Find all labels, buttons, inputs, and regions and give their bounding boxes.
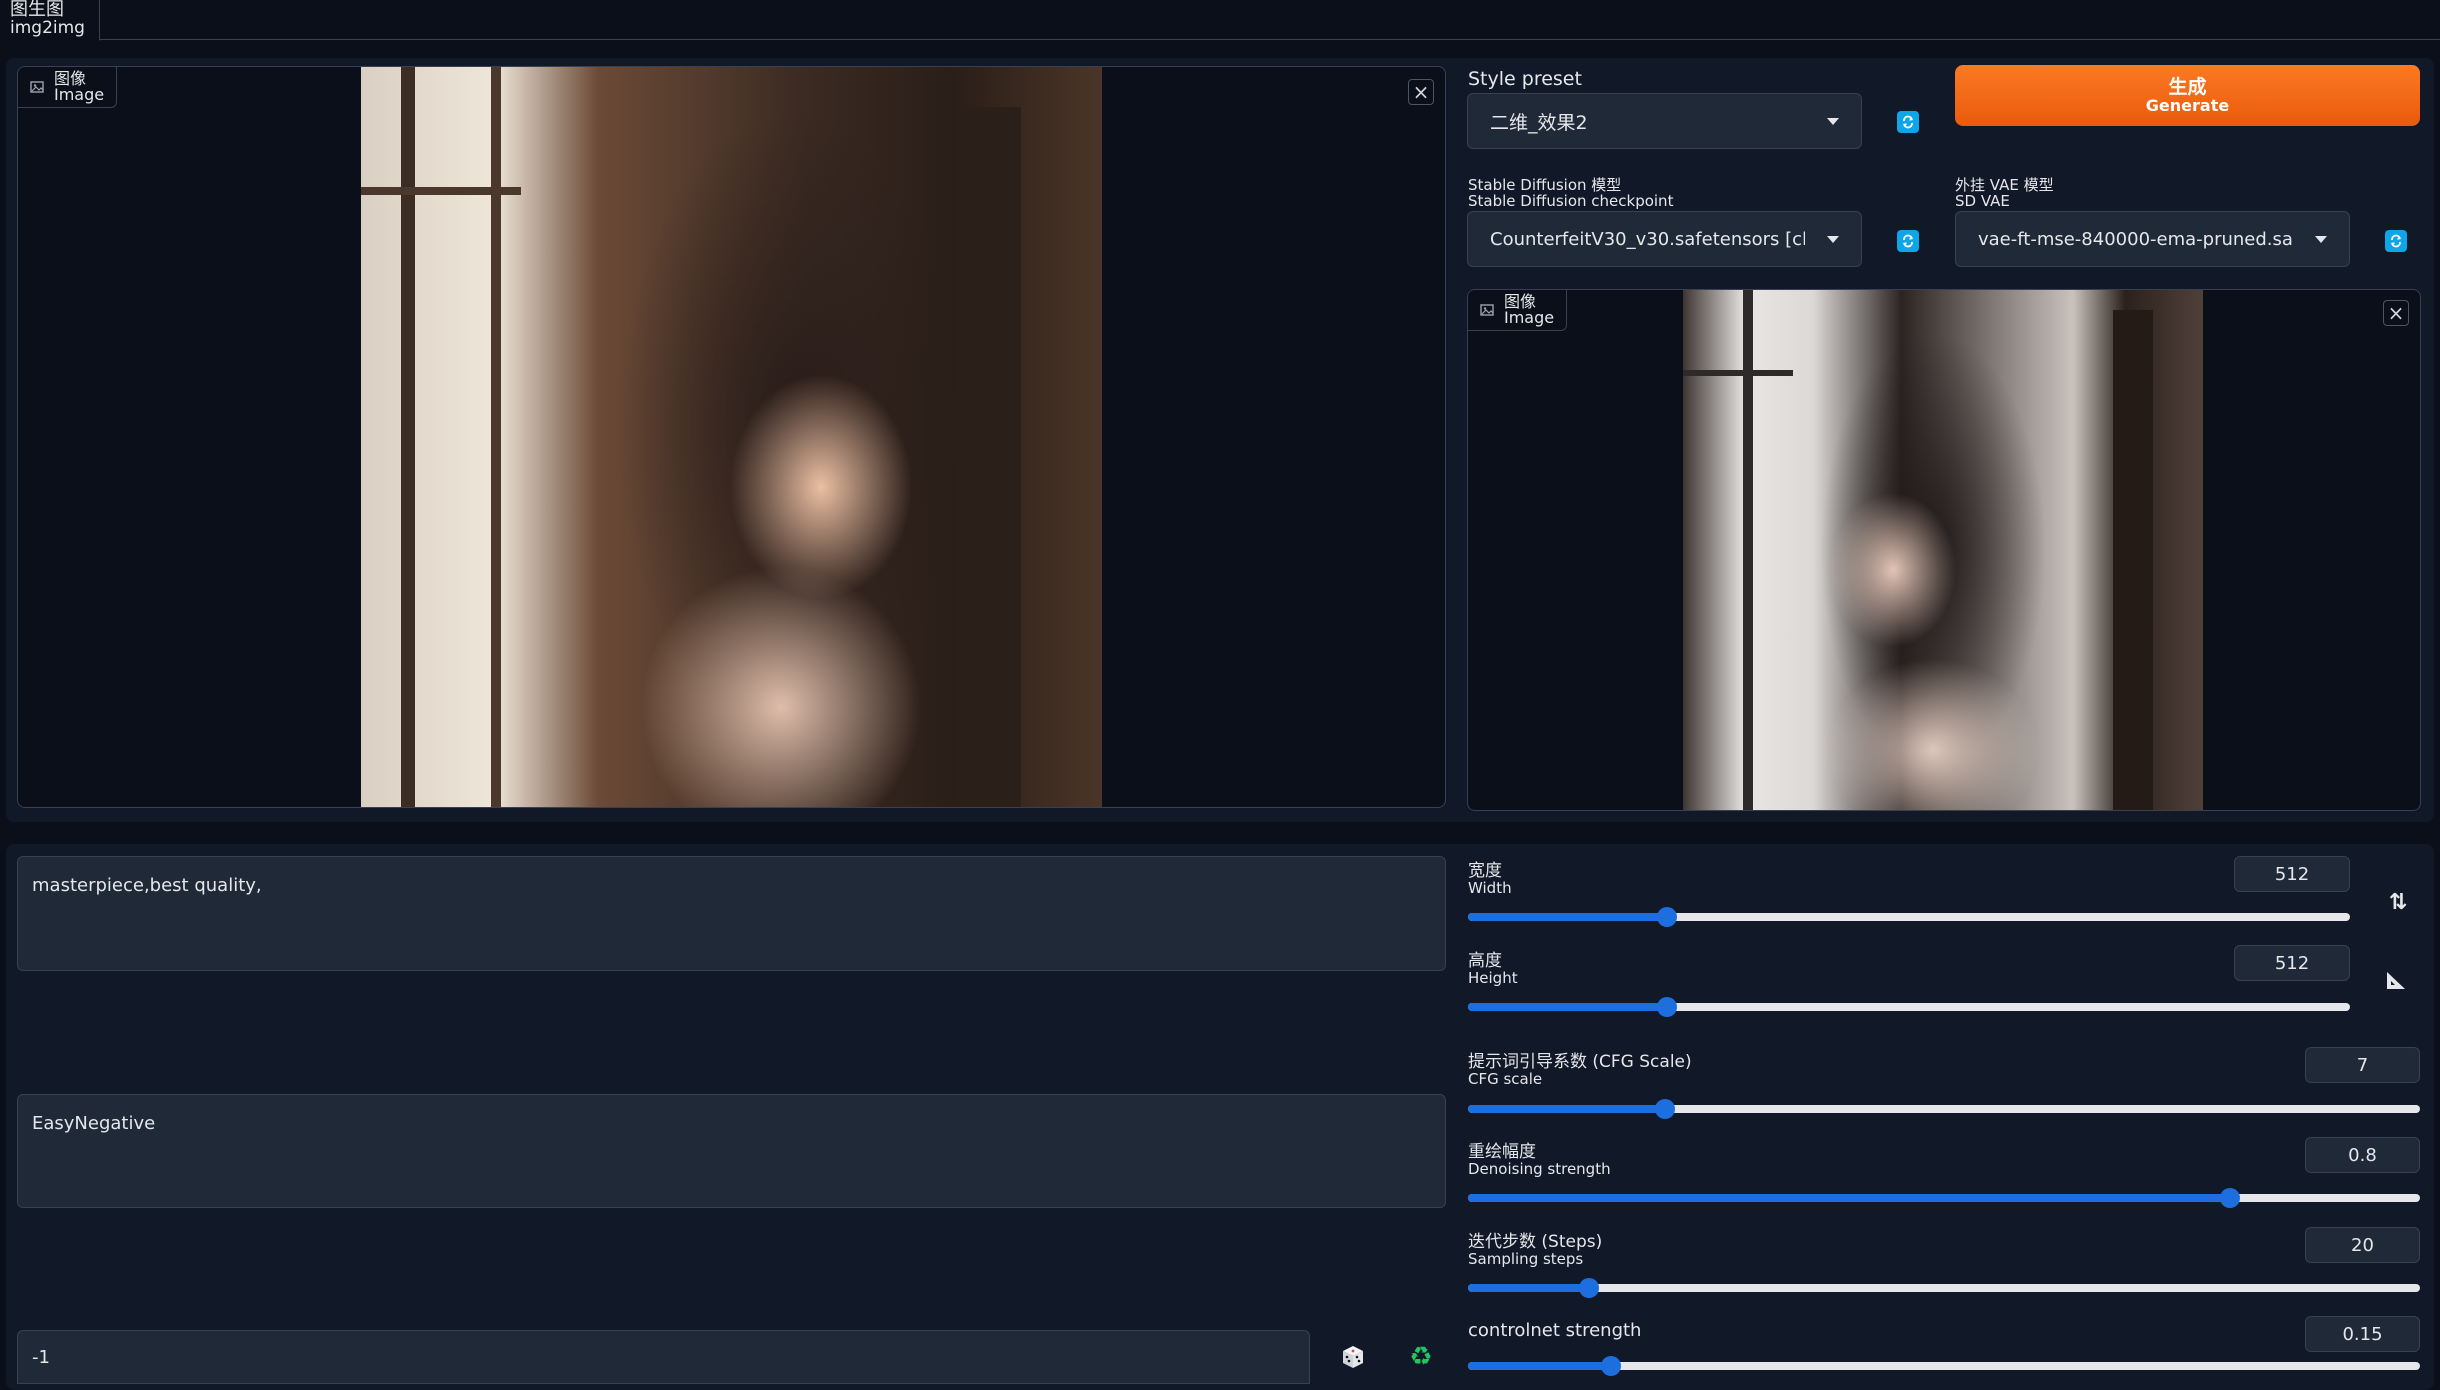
cfg-label-en: CFG scale xyxy=(1468,1070,1543,1088)
tab-label-zh: 图生图 xyxy=(10,0,64,20)
recycle-icon[interactable]: ♻ xyxy=(1407,1343,1435,1371)
height-slider[interactable] xyxy=(1468,997,2350,1017)
chevron-down-icon xyxy=(2315,235,2327,243)
denoise-label: 重绘幅度 Denoising strength xyxy=(1468,1143,1611,1177)
denoise-slider[interactable] xyxy=(1468,1188,2420,1208)
image-icon xyxy=(1480,304,1494,316)
refresh-icon[interactable] xyxy=(1897,111,1919,133)
chevron-down-icon xyxy=(1827,117,1839,125)
denoise-label-zh: 重绘幅度 xyxy=(1468,1142,1536,1162)
steps-label: 迭代步数 (Steps) Sampling steps xyxy=(1468,1233,1602,1267)
width-label-zh: 宽度 xyxy=(1468,861,1502,881)
controlnet-slider[interactable] xyxy=(1468,1356,2420,1376)
vae-label-zh: 外挂 VAE 模型 xyxy=(1955,176,2054,194)
prompt-textarea[interactable]: masterpiece,best quality, xyxy=(17,856,1446,971)
negative-prompt-value: EasyNegative xyxy=(32,1113,156,1134)
image-icon xyxy=(30,81,44,93)
prompt-value: masterpiece,best quality, xyxy=(32,875,262,896)
style-preset-value: 二维_效果2 xyxy=(1490,111,1588,134)
cfg-number-input[interactable]: 7 xyxy=(2305,1047,2420,1083)
tab-bar xyxy=(0,0,2440,40)
input-image-area[interactable]: 图像 Image × xyxy=(17,66,1446,808)
generate-button[interactable]: 生成 Generate xyxy=(1955,65,2420,126)
style-preset-dropdown[interactable]: 二维_效果2 xyxy=(1467,93,1862,149)
steps-number-input[interactable]: 20 xyxy=(2305,1227,2420,1263)
checkpoint-dropdown[interactable]: CounterfeitV30_v30.safetensors [cbfba64e xyxy=(1467,211,1862,267)
denoise-label-en: Denoising strength xyxy=(1468,1160,1611,1178)
vae-label: 外挂 VAE 模型 SD VAE xyxy=(1955,177,2054,209)
chevron-down-icon xyxy=(1827,235,1839,243)
width-label-en: Width xyxy=(1468,879,1512,897)
seed-value: -1 xyxy=(32,1346,50,1368)
vae-dropdown[interactable]: vae-ft-mse-840000-ema-pruned.safetensors xyxy=(1955,211,2350,267)
close-icon[interactable]: × xyxy=(1408,79,1434,105)
refresh-icon[interactable] xyxy=(2385,230,2407,252)
checkpoint-label-en: Stable Diffusion checkpoint xyxy=(1468,192,1674,210)
output-image xyxy=(1683,290,2203,810)
steps-slider[interactable] xyxy=(1468,1278,2420,1298)
seed-input[interactable]: -1 xyxy=(17,1330,1310,1384)
checkpoint-label-zh: Stable Diffusion 模型 xyxy=(1468,176,1622,194)
input-image-label-en: Image xyxy=(54,85,105,104)
output-image-label: 图像 Image xyxy=(1468,290,1568,331)
controlnet-number-input[interactable]: 0.15 xyxy=(2305,1316,2420,1352)
input-image xyxy=(361,67,1102,807)
cfg-slider[interactable] xyxy=(1468,1099,2420,1119)
input-image-label: 图像 Image xyxy=(18,67,118,108)
checkpoint-value: CounterfeitV30_v30.safetensors [cbfba64e xyxy=(1490,228,1805,250)
steps-label-zh: 迭代步数 (Steps) xyxy=(1468,1232,1603,1252)
tab-label-en: img2img xyxy=(10,18,85,38)
swap-icon[interactable]: ⇅ xyxy=(2386,890,2410,916)
vae-value: vae-ft-mse-840000-ema-pruned.safetensors xyxy=(1978,228,2293,250)
cfg-label-zh: 提示词引导系数 (CFG Scale) xyxy=(1468,1052,1692,1072)
generate-label-en: Generate xyxy=(2145,95,2230,115)
output-image-label-en: Image xyxy=(1504,308,1555,327)
cfg-label: 提示词引导系数 (CFG Scale) CFG scale xyxy=(1468,1053,1692,1087)
height-label-zh: 高度 xyxy=(1468,951,1502,971)
width-number-input[interactable]: 512 xyxy=(2234,856,2350,892)
negative-prompt-textarea[interactable]: EasyNegative xyxy=(17,1094,1446,1208)
refresh-icon[interactable] xyxy=(1897,230,1919,252)
denoise-number-input[interactable]: 0.8 xyxy=(2305,1137,2420,1173)
vae-label-en: SD VAE xyxy=(1955,192,2010,210)
steps-label-en: Sampling steps xyxy=(1468,1250,1584,1268)
height-number-input[interactable]: 512 xyxy=(2234,945,2350,981)
style-preset-label: Style preset xyxy=(1468,68,1582,90)
height-label-en: Height xyxy=(1468,969,1518,987)
generate-label-zh: 生成 xyxy=(2168,75,2207,98)
width-slider[interactable] xyxy=(1468,907,2350,927)
tab-img2img[interactable]: 图生图 img2img xyxy=(0,0,100,41)
output-image-area[interactable]: 图像 Image × xyxy=(1467,289,2421,811)
checkpoint-label: Stable Diffusion 模型 Stable Diffusion che… xyxy=(1468,177,1673,209)
height-label: 高度 Height xyxy=(1468,952,1518,986)
width-label: 宽度 Width xyxy=(1468,862,1512,896)
ratio-icon[interactable] xyxy=(2384,968,2408,992)
dice-icon[interactable] xyxy=(1340,1344,1366,1370)
controlnet-label: controlnet strength xyxy=(1468,1320,1642,1341)
close-icon[interactable]: × xyxy=(2383,300,2409,326)
